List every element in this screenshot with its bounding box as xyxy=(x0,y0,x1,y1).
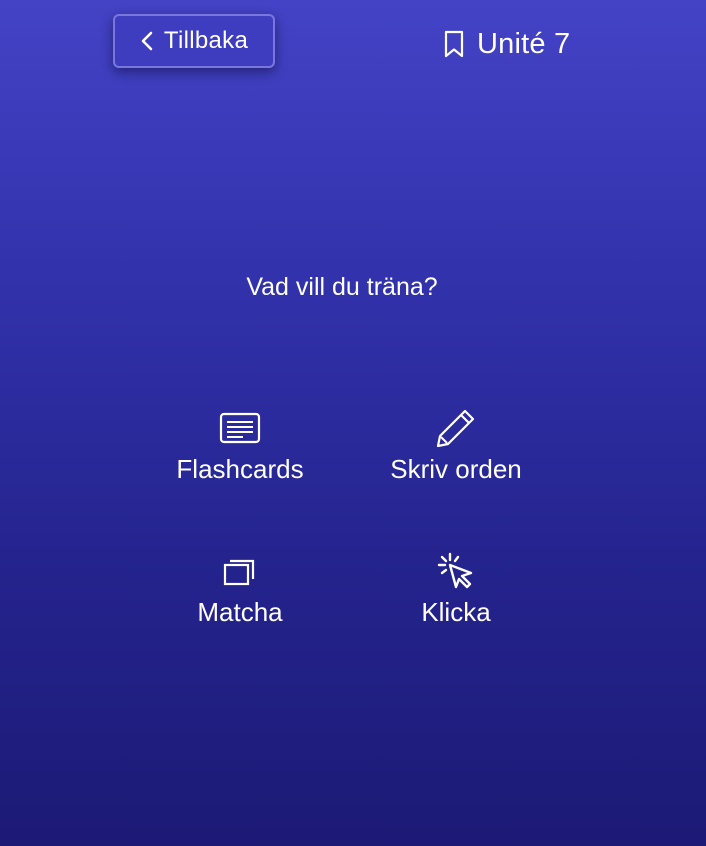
cursor-click-icon xyxy=(436,551,476,591)
bookmark-icon xyxy=(444,30,464,58)
flashcards-option[interactable]: Flashcards xyxy=(140,408,340,485)
unit-title-label: Unité 7 xyxy=(477,27,571,60)
back-button-label: Tillbaka xyxy=(163,27,249,54)
flashcard-icon xyxy=(219,408,261,448)
pencil-icon xyxy=(435,408,477,448)
back-button[interactable]: Tillbaka xyxy=(113,14,275,68)
skriv-orden-option[interactable]: Skriv orden xyxy=(356,408,556,485)
klicka-option[interactable]: Klicka xyxy=(356,551,556,628)
matcha-label: Matcha xyxy=(197,597,283,627)
stacked-cards-icon xyxy=(222,551,258,591)
practice-prompt: Vad vill du träna? xyxy=(246,273,438,301)
unit-title: Unité 7 xyxy=(443,26,570,62)
skriv-orden-label: Skriv orden xyxy=(390,454,522,484)
matcha-option[interactable]: Matcha xyxy=(140,551,340,628)
flashcards-label: Flashcards xyxy=(176,454,304,484)
chevron-left-icon xyxy=(141,31,153,51)
klicka-label: Klicka xyxy=(421,597,491,627)
